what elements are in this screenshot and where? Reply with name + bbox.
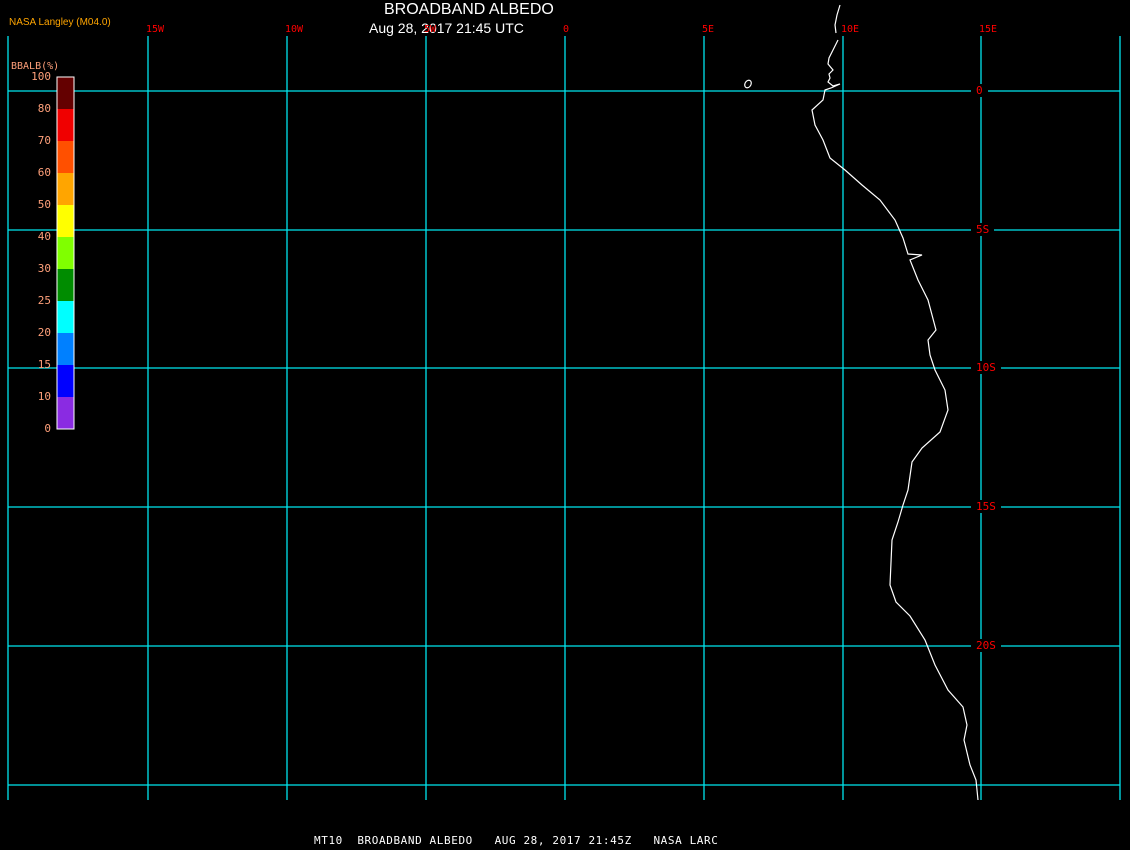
colorbar-tick-label: 40 bbox=[37, 230, 51, 243]
latitude-label: 15S bbox=[971, 500, 1001, 513]
colorbar-swatch bbox=[57, 141, 74, 173]
latitude-label: 20S bbox=[971, 639, 1001, 652]
colorbar-swatch bbox=[57, 77, 74, 109]
longitude-label: 15W bbox=[146, 24, 165, 35]
colorbar-tick-label: 10 bbox=[37, 390, 51, 403]
colorbar-swatch bbox=[57, 397, 74, 429]
colorbar-tick-label: 60 bbox=[37, 166, 51, 179]
colorbar-tick-label: 70 bbox=[37, 134, 51, 147]
longitude-label: 15E bbox=[979, 24, 998, 35]
colorbar-swatch bbox=[57, 205, 74, 237]
colorbar-swatch bbox=[57, 333, 74, 365]
colorbar-swatch bbox=[57, 173, 74, 205]
colorbar-swatch bbox=[57, 109, 74, 141]
island-outline bbox=[744, 79, 752, 89]
colorbar-tick-label: 30 bbox=[37, 262, 51, 275]
product-title: BROADBAND ALBEDO bbox=[384, 1, 554, 18]
colorbar-tick-label: 50 bbox=[37, 198, 51, 211]
colorbar-tick-label: 0 bbox=[44, 422, 51, 435]
longitude-label: 0 bbox=[563, 24, 570, 35]
coastline bbox=[811, 39, 979, 801]
longitude-label: 5W bbox=[424, 24, 437, 35]
map-canvas bbox=[7, 4, 1121, 801]
colorbar-tick-label: 20 bbox=[37, 326, 51, 339]
colorbar-swatch bbox=[57, 269, 74, 301]
timestamp-subtitle: Aug 28, 2017 21:45 UTC bbox=[369, 20, 524, 36]
colorbar-swatch bbox=[57, 237, 74, 269]
longitude-label: 10E bbox=[841, 24, 860, 35]
latitude-label: 10S bbox=[971, 361, 1001, 374]
colorbar-tick-label: 25 bbox=[37, 294, 51, 307]
colorbar-tick-label: 15 bbox=[37, 358, 51, 371]
footer-caption: MT10 BROADBAND ALBEDO AUG 28, 2017 21:45… bbox=[314, 834, 719, 847]
source-label: NASA Langley (M04.0) bbox=[9, 17, 111, 28]
colorbar-tick-label: 80 bbox=[37, 102, 51, 115]
longitude-label: 5E bbox=[702, 24, 715, 35]
latitude-label: 5S bbox=[971, 223, 995, 236]
colorbar-swatch bbox=[57, 301, 74, 333]
longitude-label: 10W bbox=[285, 24, 304, 35]
coastline bbox=[834, 4, 841, 34]
colorbar-swatch bbox=[57, 365, 74, 397]
latitude-label: 0 bbox=[971, 84, 988, 97]
colorbar-tick-label: 100 bbox=[31, 70, 51, 83]
